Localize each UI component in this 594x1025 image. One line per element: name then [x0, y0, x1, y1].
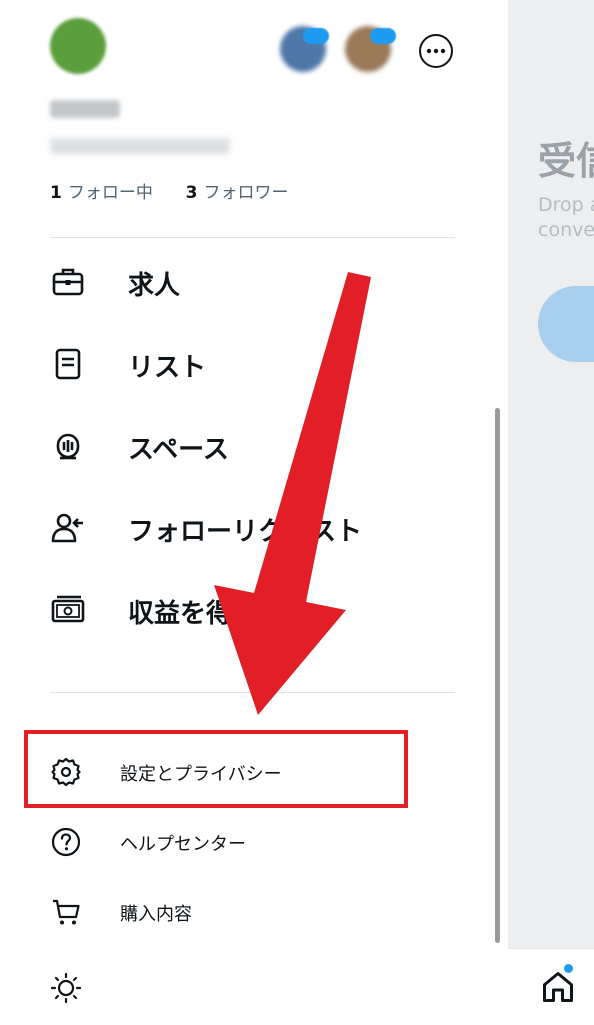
- menu-item-label: スペース: [128, 435, 229, 465]
- follow-request-icon: [51, 513, 83, 543]
- follow-stats: 1 フォロー中 3 フォロワー: [50, 178, 289, 203]
- following-count: 1: [50, 183, 62, 203]
- bottom-navigation: [508, 948, 594, 1025]
- avatar-initial: [50, 18, 106, 74]
- display-toggle[interactable]: [50, 962, 470, 1012]
- menu-item-label: 収益を得る: [128, 599, 259, 629]
- menu-item-purchases[interactable]: 購入内容: [50, 886, 470, 936]
- messages-title: 受信: [538, 139, 594, 183]
- more-options-icon[interactable]: [418, 33, 454, 69]
- messages-background-panel: 受信 Drop a conve: [508, 0, 594, 948]
- following-label: フォロー中: [67, 183, 153, 203]
- spaces-icon: [56, 433, 80, 460]
- menu-item-label: 購入内容: [120, 904, 192, 925]
- followers-label: フォロワー: [203, 183, 289, 203]
- home-notification-dot: [564, 964, 573, 973]
- menu-item-spaces[interactable]: スペース: [50, 416, 470, 476]
- menu-item-label: ヘルプセンター: [120, 834, 246, 855]
- menu-item-label: 求人: [128, 271, 181, 301]
- messages-subtitle-line-2: conve: [538, 219, 594, 241]
- sun-icon: [50, 972, 82, 1004]
- menu-item-jobs[interactable]: 求人: [50, 252, 470, 312]
- menu-item-lists[interactable]: リスト: [50, 334, 470, 394]
- account-badge: [303, 28, 329, 44]
- briefcase-icon: [52, 268, 84, 296]
- home-icon[interactable]: [540, 969, 576, 1005]
- account-badge: [370, 28, 396, 44]
- monetization-icon: [51, 595, 85, 623]
- following-link[interactable]: 1 フォロー中: [50, 183, 153, 203]
- scrollbar[interactable]: [495, 408, 500, 943]
- menu-item-label: フォローリクエスト: [128, 517, 363, 547]
- menu-item-monetization[interactable]: 収益を得る: [50, 580, 470, 640]
- help-icon: [51, 827, 81, 857]
- cart-icon: [53, 899, 80, 925]
- write-message-button[interactable]: [538, 286, 594, 362]
- list-icon: [55, 348, 81, 380]
- divider: [50, 237, 455, 238]
- side-drawer: 1 フォロー中 3 フォロワー 求人 リスト スペース フォローリクエスト 収益…: [0, 0, 508, 1024]
- messages-subtitle: Drop a conve: [538, 193, 594, 243]
- menu-item-label: リスト: [128, 353, 207, 383]
- divider: [50, 692, 455, 693]
- username-blurred: [50, 138, 230, 154]
- menu-item-follow-requests[interactable]: フォローリクエスト: [50, 498, 470, 558]
- followers-count: 3: [185, 183, 198, 203]
- followers-link[interactable]: 3 フォロワー: [186, 183, 289, 203]
- avatar[interactable]: [50, 18, 106, 74]
- messages-subtitle-line-1: Drop a: [538, 194, 594, 216]
- display-name-blurred: [50, 100, 120, 118]
- menu-item-help-center[interactable]: ヘルプセンター: [50, 816, 470, 866]
- annotation-highlight-box: [24, 730, 408, 808]
